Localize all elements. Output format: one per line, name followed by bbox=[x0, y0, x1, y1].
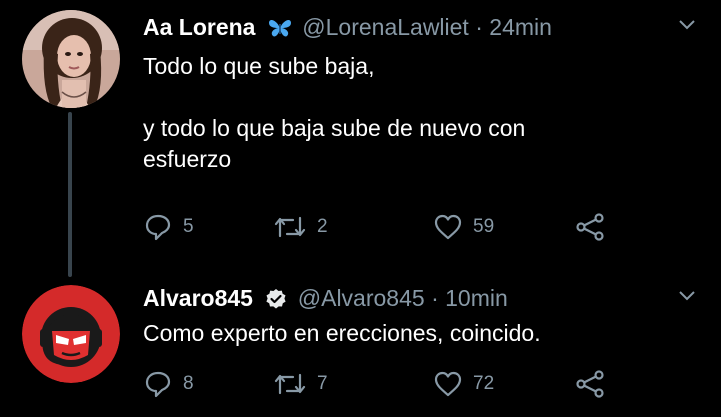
retweet-count: 2 bbox=[317, 216, 328, 237]
share-icon bbox=[576, 213, 604, 241]
separator-dot: · bbox=[431, 285, 439, 311]
verified-badge-icon bbox=[265, 287, 287, 317]
tweet-actions: 8 7 72 bbox=[143, 367, 623, 401]
share-button[interactable] bbox=[575, 367, 605, 401]
retweet-icon bbox=[274, 216, 306, 238]
reply-button[interactable]: 8 bbox=[143, 367, 194, 401]
reply-icon bbox=[145, 371, 171, 398]
tweet[interactable]: Aa Lorena @LorenaLawliet · 24min Todo lo… bbox=[0, 0, 721, 277]
avatar-photo bbox=[22, 10, 120, 108]
handle[interactable]: @LorenaLawliet bbox=[302, 14, 469, 40]
handle[interactable]: @Alvaro845 bbox=[298, 285, 425, 311]
chevron-down-icon[interactable] bbox=[677, 14, 697, 34]
tweet-actions: 5 2 59 bbox=[143, 210, 623, 244]
retweet-icon bbox=[274, 373, 306, 395]
tweet-header: Alvaro845 @Alvaro845 · 10min bbox=[143, 283, 681, 317]
heart-icon bbox=[434, 214, 462, 240]
tweet-text-line: y todo lo que baja sube de nuevo con bbox=[143, 115, 526, 141]
retweet-button[interactable]: 7 bbox=[273, 367, 328, 401]
share-icon bbox=[576, 370, 604, 398]
tweet-text-line: Como experto en erecciones, coincido. bbox=[143, 320, 541, 346]
thread-line bbox=[68, 112, 72, 277]
reply-button[interactable]: 5 bbox=[143, 210, 194, 244]
share-button[interactable] bbox=[575, 210, 605, 244]
like-button[interactable]: 59 bbox=[433, 210, 494, 244]
separator-dot: · bbox=[475, 14, 483, 40]
display-name[interactable]: Alvaro845 bbox=[143, 285, 253, 311]
chevron-down-icon[interactable] bbox=[677, 285, 697, 305]
timestamp[interactable]: 24min bbox=[489, 14, 552, 40]
tweet-text: Todo lo que sube baja, y todo lo que baj… bbox=[143, 51, 681, 175]
tweet[interactable]: Alvaro845 @Alvaro845 · 10min Como expert… bbox=[0, 275, 721, 417]
display-name[interactable]: Aa Lorena bbox=[143, 14, 255, 40]
avatar-logo bbox=[22, 285, 120, 383]
avatar[interactable] bbox=[22, 10, 120, 108]
butterfly-icon bbox=[268, 16, 292, 46]
timestamp[interactable]: 10min bbox=[445, 285, 508, 311]
retweet-button[interactable]: 2 bbox=[273, 210, 328, 244]
tweet-text-line: esfuerzo bbox=[143, 146, 232, 172]
tweet-text: Como experto en erecciones, coincido. bbox=[143, 318, 681, 349]
reply-count: 8 bbox=[183, 373, 194, 394]
tweet-header: Aa Lorena @LorenaLawliet · 24min bbox=[143, 12, 681, 46]
retweet-count: 7 bbox=[317, 373, 328, 394]
reply-count: 5 bbox=[183, 216, 194, 237]
like-count: 59 bbox=[473, 216, 495, 237]
like-count: 72 bbox=[473, 373, 495, 394]
reply-icon bbox=[145, 214, 171, 241]
heart-icon bbox=[434, 371, 462, 397]
tweet-text-line: Todo lo que sube baja, bbox=[143, 53, 375, 79]
avatar[interactable] bbox=[22, 285, 120, 383]
like-button[interactable]: 72 bbox=[433, 367, 494, 401]
